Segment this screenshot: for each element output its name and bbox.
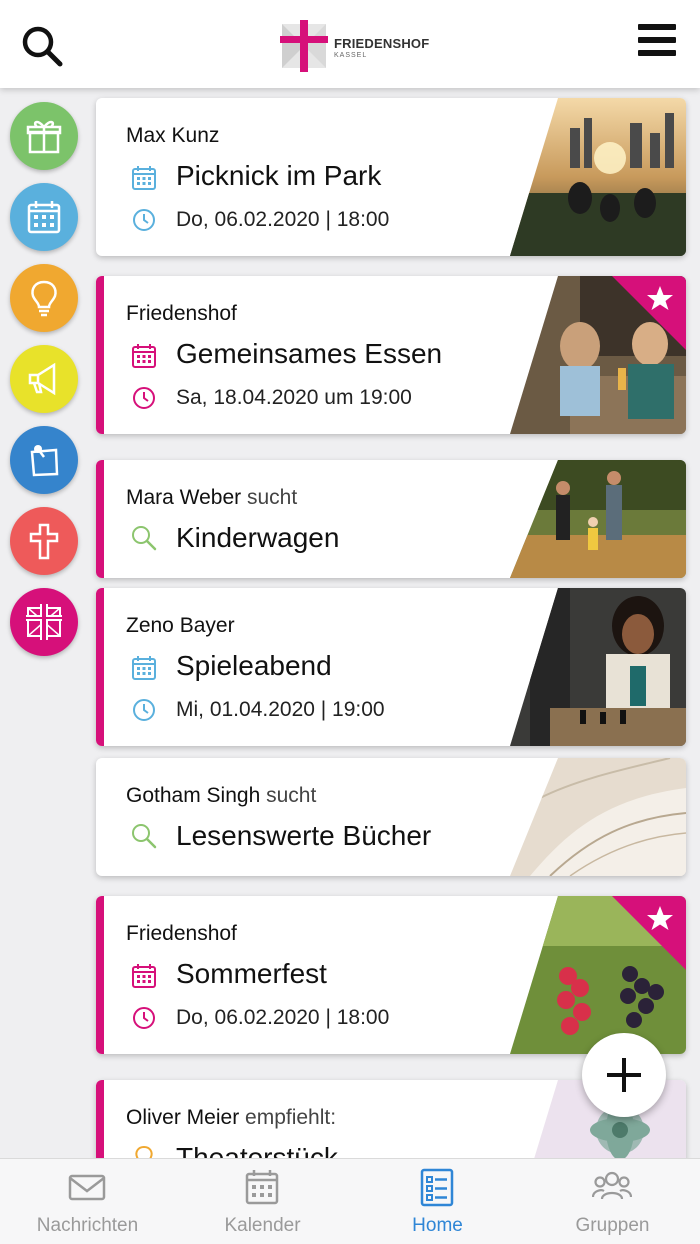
- bottom-navigation: Nachrichten Kalender Home Gruppen: [0, 1158, 700, 1244]
- calendar-icon: [132, 166, 156, 190]
- nav-tab-kalender[interactable]: Kalender: [175, 1159, 350, 1244]
- card-date: Sa, 18.04.2020 um 19:00: [176, 386, 412, 409]
- card-author: Gotham Singh sucht: [126, 784, 317, 807]
- nav-label: Kalender: [224, 1215, 301, 1236]
- card-title: Gemeinsames Essen: [176, 338, 443, 369]
- calendar-icon: [132, 964, 156, 988]
- featured-star-badge: [612, 276, 686, 350]
- card-image-picnic: [510, 98, 686, 256]
- category-ideas-button[interactable]: [10, 264, 78, 332]
- search-button[interactable]: [18, 22, 68, 72]
- card-author: Zeno Bayer: [126, 614, 235, 637]
- category-announcements-button[interactable]: [10, 345, 78, 413]
- category-gift-button[interactable]: [10, 102, 78, 170]
- card-title: Picknick im Park: [176, 160, 382, 191]
- nav-tab-nachrichten[interactable]: Nachrichten: [0, 1159, 175, 1244]
- card-date: Do, 06.02.2020 | 18:00: [176, 208, 390, 231]
- card-date: Do, 06.02.2020 | 18:00: [176, 1006, 390, 1029]
- menu-button[interactable]: [630, 18, 682, 62]
- feed-card-search[interactable]: Gotham Singh sucht Lesenswerte Bücher: [96, 758, 686, 876]
- calendar-icon: [132, 344, 156, 368]
- card-image-chess: [510, 588, 686, 746]
- card-author: Mara Weber sucht: [126, 486, 298, 509]
- pinned-note-icon: [30, 445, 59, 477]
- gift-icon: [26, 120, 62, 154]
- search-icon: [22, 26, 63, 67]
- plus-icon: [607, 1058, 641, 1092]
- nav-tab-home[interactable]: Home: [350, 1159, 525, 1244]
- card-title: Spieleabend: [176, 650, 332, 681]
- clock-icon: [133, 699, 155, 721]
- feed-card-event[interactable]: Zeno Bayer Spieleabend Mi, 01.04.2020 | …: [96, 588, 686, 746]
- feed-card-event[interactable]: Friedenshof Gemeinsames Essen Sa, 18.04.…: [96, 276, 686, 434]
- logo-subtitle: KASSEL: [334, 52, 368, 59]
- clock-icon: [133, 387, 155, 409]
- clock-icon: [133, 209, 155, 231]
- card-image-family-walk: [510, 460, 686, 578]
- card-image-books: [510, 758, 686, 876]
- feed-card-search[interactable]: Mara Weber sucht Kinderwagen: [96, 460, 686, 578]
- app-logo: FRIEDENSHOF KASSEL: [280, 20, 440, 72]
- featured-star-badge: [612, 896, 686, 970]
- logo-name: FRIEDENSHOF: [334, 36, 430, 51]
- app-header: FRIEDENSHOF KASSEL: [0, 0, 700, 88]
- card-date: Mi, 01.04.2020 | 19:00: [176, 698, 385, 721]
- nav-label: Gruppen: [575, 1215, 650, 1236]
- card-title: Sommerfest: [176, 958, 327, 989]
- card-title: Kinderwagen: [176, 522, 340, 553]
- calendar-icon: [132, 656, 156, 680]
- search-icon: [132, 824, 157, 849]
- cross-icon: [29, 523, 59, 560]
- calendar-icon: [27, 201, 61, 234]
- search-icon: [132, 526, 157, 551]
- nav-label: Home: [412, 1215, 463, 1236]
- friedenshof-logo-mark: [280, 20, 328, 72]
- category-notes-button[interactable]: [10, 426, 78, 494]
- category-friedenshof-button[interactable]: [10, 588, 78, 656]
- feed-card-event[interactable]: Friedenshof Sommerfest Do, 06.02.2020 | …: [96, 896, 686, 1054]
- add-button[interactable]: [582, 1033, 666, 1117]
- feed-card-event[interactable]: Max Kunz Picknick im Park Do, 06.02.2020…: [96, 98, 686, 256]
- card-author: Max Kunz: [126, 124, 220, 147]
- nav-label: Nachrichten: [36, 1215, 139, 1236]
- clock-icon: [133, 1007, 155, 1029]
- card-author: Oliver Meier empfiehlt:: [126, 1106, 337, 1129]
- card-title: Lesenswerte Bücher: [176, 820, 432, 851]
- card-author: Friedenshof: [126, 302, 237, 325]
- category-church-button[interactable]: [10, 507, 78, 575]
- nav-tab-gruppen[interactable]: Gruppen: [525, 1159, 700, 1244]
- calendar-icon: [245, 1170, 279, 1205]
- list-icon: [420, 1168, 454, 1207]
- friedenshof-logo-icon: [26, 604, 62, 640]
- envelope-icon: [68, 1174, 106, 1201]
- card-author: Friedenshof: [126, 922, 237, 945]
- group-icon: [592, 1171, 632, 1200]
- megaphone-icon: [28, 362, 56, 396]
- lightbulb-icon: [31, 280, 57, 317]
- category-calendar-button[interactable]: [10, 183, 78, 251]
